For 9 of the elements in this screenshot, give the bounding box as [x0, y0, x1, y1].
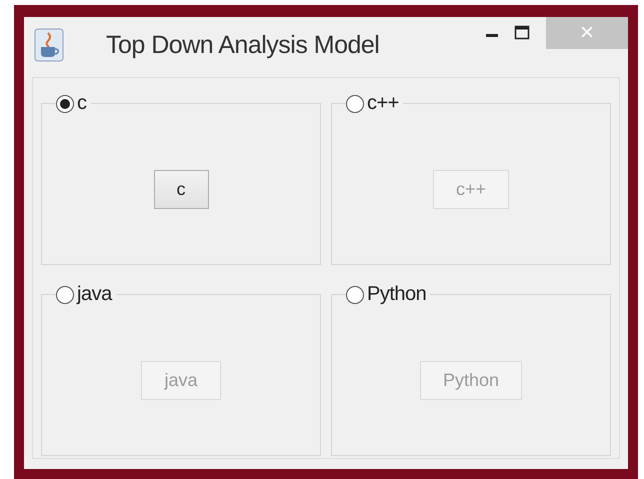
radio-button[interactable]: c++: [346, 92, 399, 115]
language-button[interactable]: c: [154, 170, 208, 209]
coffee-cup-icon: [34, 28, 64, 62]
window-title: Top Down Analysis Model: [106, 30, 380, 60]
radio-button[interactable]: Python: [346, 283, 426, 306]
maximize-icon: [514, 25, 530, 41]
minimize-icon: [486, 34, 498, 37]
radio-button[interactable]: java: [56, 283, 112, 306]
radio-button[interactable]: c: [56, 92, 86, 115]
